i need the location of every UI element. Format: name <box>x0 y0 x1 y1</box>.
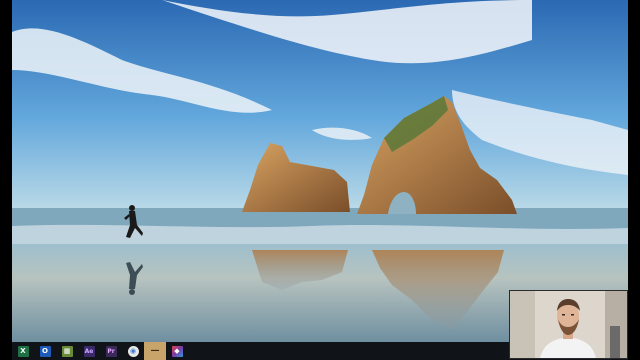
taskbar-item-after-effects[interactable]: Ae <box>78 342 100 360</box>
colorful-app-icon: ◆ <box>171 345 183 357</box>
taskbar-item-active-window[interactable]: — <box>144 342 166 360</box>
after-effects-icon: Ae <box>83 345 95 357</box>
taskbar-item-premiere[interactable]: Pr <box>100 342 122 360</box>
taskbar-item-app[interactable]: ▦ <box>56 342 78 360</box>
minimize-icon: — <box>150 345 160 356</box>
chrome-icon: ◉ <box>127 345 139 357</box>
taskbar-item-excel[interactable]: X <box>12 342 34 360</box>
webcam-person-image <box>510 291 627 358</box>
taskbar-item-outlook[interactable]: O <box>34 342 56 360</box>
taskbar-item-chrome[interactable]: ◉ <box>122 342 144 360</box>
taskbar-item-colorful-app[interactable]: ◆ <box>166 342 188 360</box>
excel-icon: X <box>17 345 29 357</box>
webcam-overlay <box>509 290 628 359</box>
app-icon: ▦ <box>61 345 73 357</box>
premiere-icon: Pr <box>105 345 117 357</box>
desktop-screen: X O ▦ Ae Pr ◉ — ◆ <box>0 0 640 360</box>
outlook-icon: O <box>39 345 51 357</box>
